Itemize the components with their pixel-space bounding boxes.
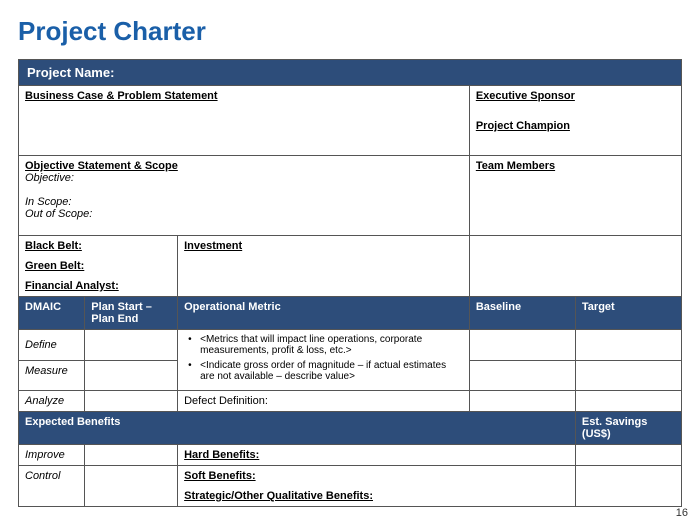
investment-cell: Investment bbox=[178, 236, 470, 297]
measure-baseline-cell bbox=[469, 360, 575, 391]
strategic-benefits-label: Strategic/Other Qualitative Benefits: bbox=[184, 490, 569, 502]
page-number: 16 bbox=[676, 507, 688, 519]
dmaic-header-row: DMAIC Plan Start – Plan End Operational … bbox=[19, 297, 682, 330]
analyze-cell: Analyze bbox=[19, 391, 85, 412]
improve-row: Improve Hard Benefits: bbox=[19, 445, 682, 466]
improve-savings-cell bbox=[575, 445, 681, 466]
soft-strategic-benefits-cell: Soft Benefits: Strategic/Other Qualitati… bbox=[178, 466, 576, 507]
business-case-row: Business Case & Problem Statement Execut… bbox=[19, 86, 682, 156]
investment-label: Investment bbox=[184, 240, 463, 252]
objective-label: Objective Statement & Scope bbox=[25, 160, 463, 172]
expected-benefits-cell: Expected Benefits bbox=[19, 412, 576, 445]
roles-cell: Black Belt: Green Belt: Financial Analys… bbox=[19, 236, 178, 297]
analyze-row: Analyze Defect Definition: bbox=[19, 391, 682, 412]
financial-analyst-label: Financial Analyst: bbox=[25, 280, 171, 292]
business-case-cell: Business Case & Problem Statement bbox=[19, 86, 470, 156]
measure-dates-cell bbox=[85, 360, 178, 391]
charter-table: Project Name: Business Case & Problem St… bbox=[18, 59, 682, 507]
analyze-dates-cell bbox=[85, 391, 178, 412]
team-members-cell: Team Members bbox=[469, 156, 681, 236]
control-savings-cell bbox=[575, 466, 681, 507]
expected-benefits-row: Expected Benefits Est. Savings (US$) bbox=[19, 412, 682, 445]
executive-sponsor-label: Executive Sponsor bbox=[476, 90, 675, 102]
improve-cell: Improve bbox=[19, 445, 85, 466]
define-target-cell bbox=[575, 330, 681, 361]
business-case-header: Business Case & Problem Statement bbox=[25, 90, 463, 102]
measure-target-cell bbox=[575, 360, 681, 391]
improve-dates-cell bbox=[85, 445, 178, 466]
defect-definition-cell: Defect Definition: bbox=[178, 391, 470, 412]
executive-sponsor-cell: Executive Sponsor Project Champion bbox=[469, 86, 681, 156]
team-members-cont-cell bbox=[469, 236, 681, 297]
analyze-baseline-cell bbox=[469, 391, 575, 412]
defect-definition-label: Defect Definition: bbox=[184, 395, 268, 407]
plan-dates-col-header: Plan Start – Plan End bbox=[85, 297, 178, 330]
roles-row: Black Belt: Green Belt: Financial Analys… bbox=[19, 236, 682, 297]
define-cell: Define bbox=[19, 330, 85, 361]
in-scope-text: In Scope: bbox=[25, 196, 463, 208]
analyze-target-cell bbox=[575, 391, 681, 412]
objective-row: Objective Statement & Scope Objective: I… bbox=[19, 156, 682, 236]
define-baseline-cell bbox=[469, 330, 575, 361]
team-members-label: Team Members bbox=[476, 160, 675, 172]
define-dates-cell bbox=[85, 330, 178, 361]
project-name-row: Project Name: bbox=[19, 60, 682, 86]
control-row: Control Soft Benefits: Strategic/Other Q… bbox=[19, 466, 682, 507]
metric-bullet-1: <Metrics that will impact line operation… bbox=[188, 334, 463, 356]
green-belt-label: Green Belt: bbox=[25, 260, 171, 272]
hard-benefits-label: Hard Benefits: bbox=[184, 449, 569, 461]
define-measure-row: Define <Metrics that will impact line op… bbox=[19, 330, 682, 361]
metrics-bullets-cell: <Metrics that will impact line operation… bbox=[178, 330, 470, 391]
page-title: Project Charter bbox=[18, 16, 682, 47]
metric-bullet-2: <Indicate gross order of magnitude – if … bbox=[188, 360, 463, 382]
operational-metric-col-header: Operational Metric bbox=[178, 297, 470, 330]
metrics-list: <Metrics that will impact line operation… bbox=[184, 334, 463, 382]
target-col-header: Target bbox=[575, 297, 681, 330]
project-name-cell: Project Name: bbox=[19, 60, 682, 86]
measure-cell: Measure bbox=[19, 360, 85, 391]
project-name-label: Project Name: bbox=[27, 65, 114, 80]
est-savings-cell: Est. Savings (US$) bbox=[575, 412, 681, 445]
project-champion-label: Project Champion bbox=[476, 120, 675, 132]
soft-benefits-label: Soft Benefits: bbox=[184, 470, 569, 482]
control-cell: Control bbox=[19, 466, 85, 507]
black-belt-label: Black Belt: bbox=[25, 240, 171, 252]
objective-cell: Objective Statement & Scope Objective: I… bbox=[19, 156, 470, 236]
dmaic-col-header: DMAIC bbox=[19, 297, 85, 330]
hard-benefits-cell: Hard Benefits: bbox=[178, 445, 576, 466]
objective-text: Objective: bbox=[25, 172, 463, 184]
baseline-col-header: Baseline bbox=[469, 297, 575, 330]
out-of-scope-text: Out of Scope: bbox=[25, 208, 463, 220]
control-dates-cell bbox=[85, 466, 178, 507]
